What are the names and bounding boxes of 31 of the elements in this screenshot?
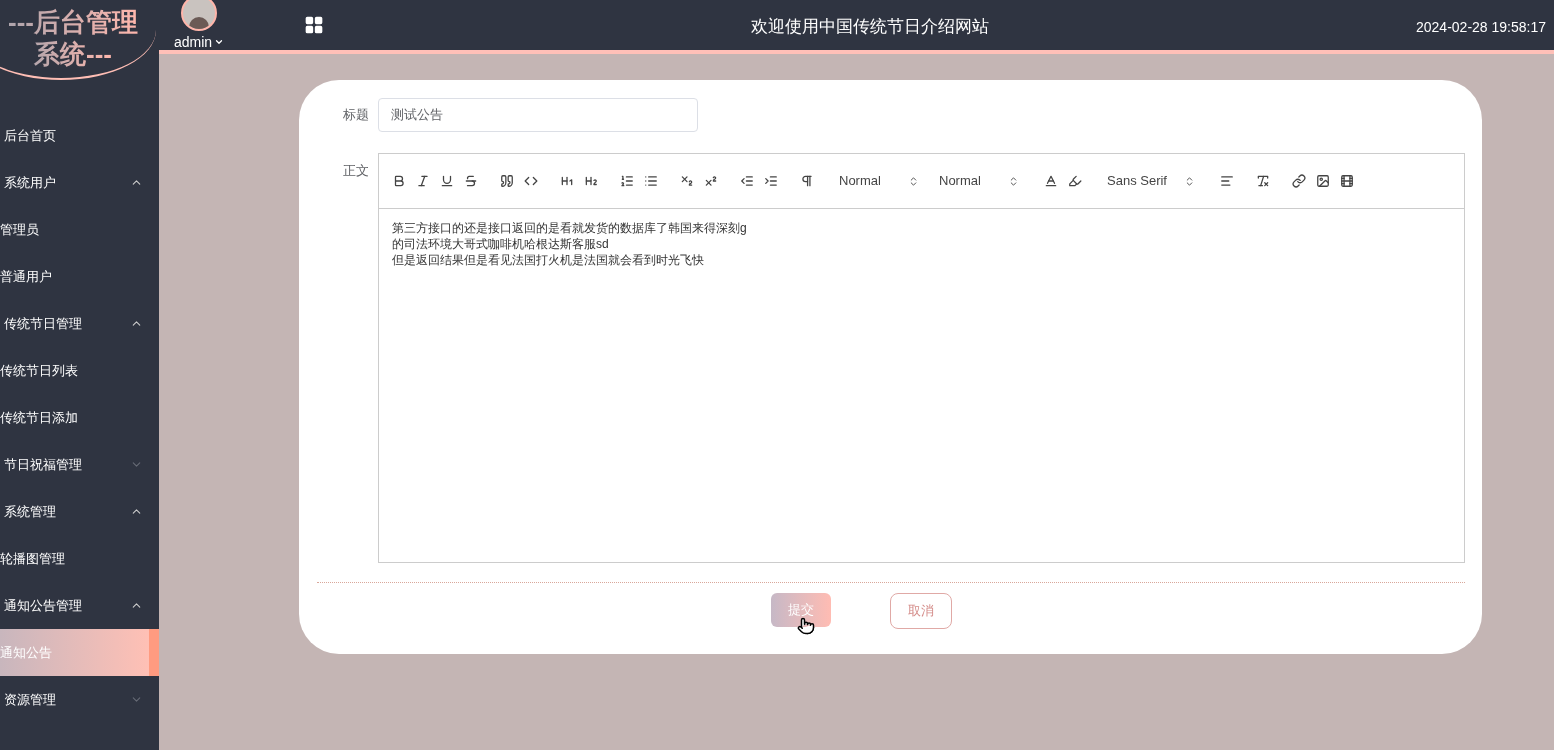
editor-text: 但是返回结果但是看见法国打火机是法国就会看到时光飞快 (392, 252, 705, 268)
menu-item[interactable]: 通知公告管理 (0, 582, 159, 629)
editor-text: 第三方接口的还是接口返回的是看就发货的数据库了韩国来得深刻g (392, 220, 748, 236)
submenu-item[interactable]: 普通用户 (0, 253, 159, 300)
header-title: 欢迎使用中国传统节日介绍网站 (750, 16, 990, 39)
menu-item[interactable]: 传统节日管理 (0, 300, 159, 347)
datetime: 2024-02-28 19:58:17 (1416, 17, 1547, 37)
rich-text-editor[interactable]: Normal Normal Sans Serif 第三方接口的还是接口返回的是看就发货的数据库了韩国来得深刻g 的司法环境大哥式咖啡机哈根达斯客服sd 但是返回结果但是看见法国打火机是法国就会看到时光飞快 (378, 153, 1465, 563)
menu-item[interactable]: 节日祝福管理 (0, 441, 159, 488)
updown-icon (1008, 175, 1019, 187)
avatar[interactable] (181, 0, 217, 31)
updown-icon (1184, 175, 1195, 187)
submenu-item[interactable]: 传统节日列表 (0, 347, 159, 394)
menu-item[interactable]: 系统用户 (0, 159, 159, 206)
updown-icon (908, 175, 919, 187)
title-input[interactable]: 测试公告 (378, 98, 698, 132)
menu-item[interactable]: 后台首页 (0, 112, 159, 159)
submenu-item[interactable]: 传统节日添加 (0, 394, 159, 441)
submenu-item[interactable]: 管理员 (0, 206, 159, 253)
toolbar-select[interactable]: Normal (831, 169, 927, 193)
menu-item[interactable]: 系统管理 (0, 488, 159, 535)
hand-cursor-icon (796, 617, 815, 635)
field-label: 正文 (342, 162, 370, 180)
editor-text: 的司法环境大哥式咖啡机哈根达斯客服sd (392, 236, 610, 252)
field-label: 标题 (342, 106, 370, 125)
grid-menu-icon[interactable] (304, 15, 324, 35)
submenu-item[interactable]: 轮播图管理 (0, 535, 159, 582)
menu-item[interactable]: 资源管理 (0, 676, 159, 723)
toolbar-select[interactable]: Sans Serif (1099, 169, 1203, 193)
toolbar-select[interactable]: Normal (931, 169, 1027, 193)
user-menu[interactable]: admin (173, 33, 225, 50)
